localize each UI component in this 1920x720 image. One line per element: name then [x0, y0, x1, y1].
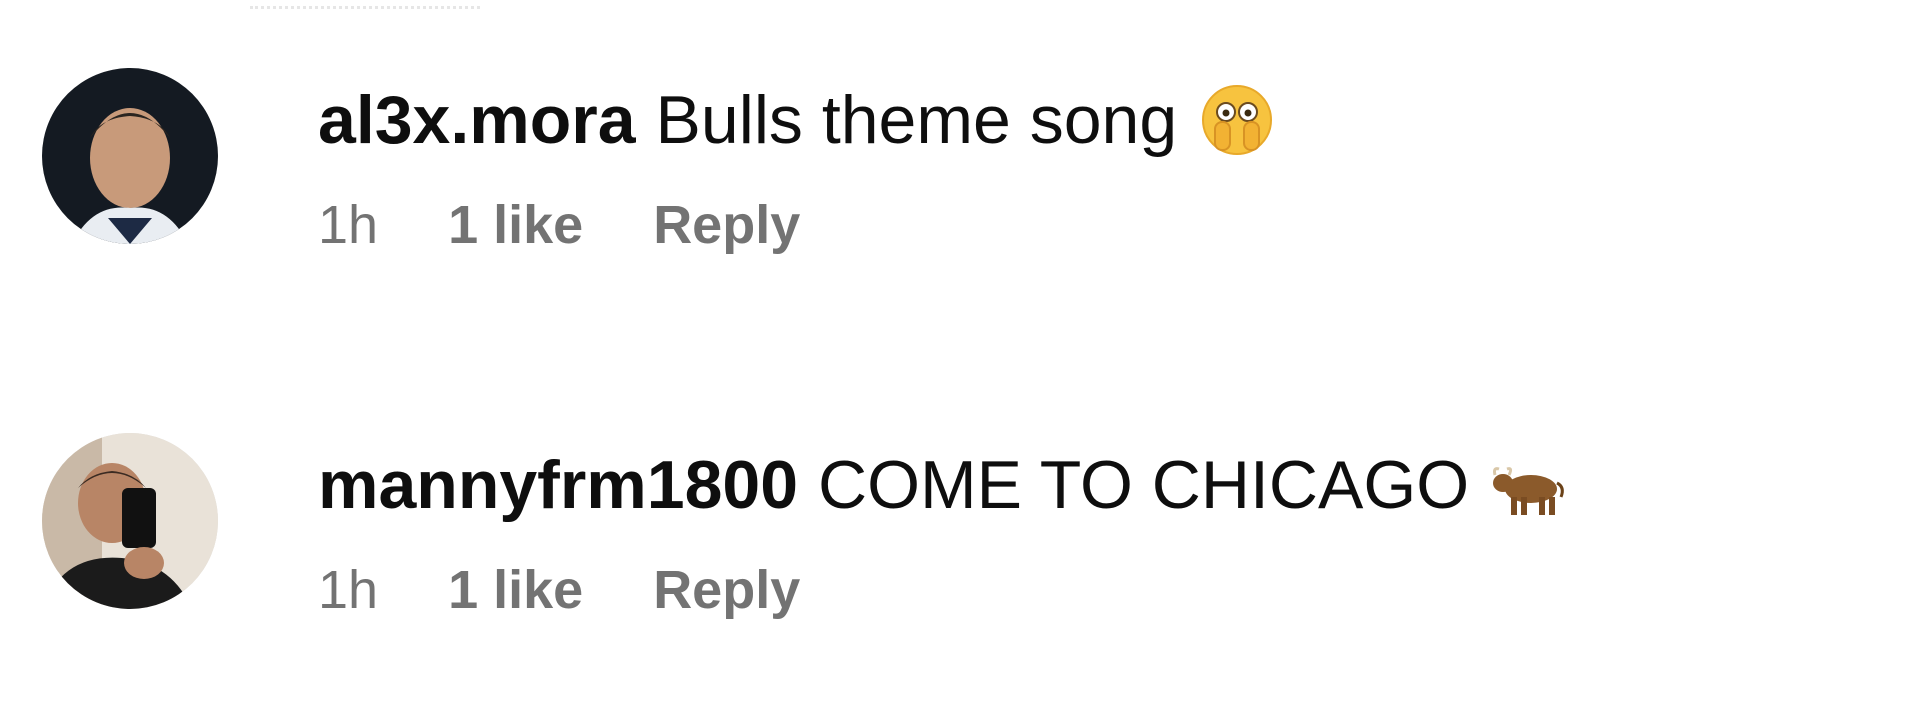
reply-button[interactable]: Reply: [653, 559, 800, 621]
comment-meta: 1h 1 like Reply: [318, 195, 800, 255]
like-count[interactable]: 1 like: [448, 559, 583, 621]
timestamp: 1h: [318, 560, 379, 620]
comment-line: mannyfrm1800 COME TO CHICAGO: [318, 425, 1567, 545]
username-link[interactable]: mannyfrm1800: [318, 451, 798, 519]
comment-text: COME TO CHICAGO: [818, 447, 1470, 523]
face-with-open-eyes-and-hand-over-mouth-icon: [1199, 82, 1275, 158]
comment-line: al3x.mora Bulls theme song: [318, 60, 1275, 180]
avatar[interactable]: [42, 68, 218, 244]
avatar-image: [42, 433, 218, 609]
timestamp: 1h: [318, 195, 379, 255]
avatar-image: [42, 68, 218, 244]
avatar[interactable]: [42, 433, 218, 609]
ox-icon: [1491, 447, 1567, 523]
comment-text: Bulls theme song: [655, 82, 1178, 158]
comment-meta: 1h 1 like Reply: [318, 560, 800, 620]
like-count[interactable]: 1 like: [448, 194, 583, 256]
divider: [250, 6, 480, 9]
comment-item: mannyfrm1800 COME TO CHICAGO 1h 1 like R…: [0, 425, 1920, 625]
username-link[interactable]: al3x.mora: [318, 86, 636, 154]
reply-button[interactable]: Reply: [653, 194, 800, 256]
comment-item: al3x.mora Bulls theme song 1h 1 like Rep…: [0, 60, 1920, 260]
